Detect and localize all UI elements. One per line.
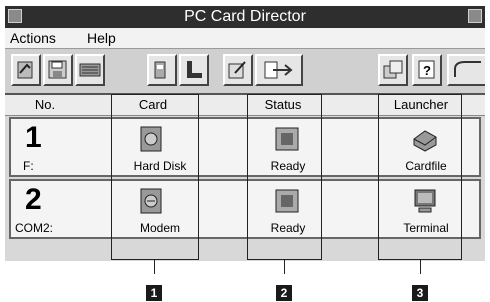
cards-icon — [383, 60, 403, 79]
card-info-icon — [17, 61, 33, 79]
callout-box-card — [111, 94, 199, 260]
card-info-button[interactable] — [11, 54, 41, 86]
menu-bar: Actions Help — [5, 28, 485, 49]
callout-box-launcher — [378, 94, 462, 260]
help-button[interactable]: ? — [412, 54, 442, 86]
callout-line — [284, 260, 285, 274]
card-eject-button[interactable] — [447, 54, 485, 86]
card-eject-icon — [454, 61, 481, 77]
callout-number: 3 — [412, 285, 428, 301]
callout-number: 2 — [276, 285, 292, 301]
port-name: COM2: — [15, 221, 54, 235]
callout-box-status — [247, 94, 322, 260]
edit-button[interactable] — [223, 54, 253, 86]
callout-number: 1 — [146, 285, 162, 301]
cards-button[interactable] — [378, 54, 408, 86]
callout-line — [420, 260, 421, 274]
menu-actions[interactable]: Actions — [10, 30, 56, 46]
socket-number: 1 — [25, 121, 42, 154]
edit-icon — [228, 61, 246, 79]
column-no: No. — [34, 97, 56, 112]
signal-button[interactable] — [179, 54, 209, 86]
drive-letter: F: — [23, 159, 34, 173]
toolbar: ? — [5, 49, 485, 95]
callout-line — [154, 260, 155, 274]
save-icon — [48, 60, 67, 79]
socket-number: 2 — [25, 183, 42, 216]
signal-icon — [187, 61, 202, 78]
svg-text:?: ? — [423, 63, 431, 78]
redirect-icon — [264, 61, 293, 79]
keyboard-icon — [79, 63, 101, 77]
redirect-button[interactable] — [255, 54, 303, 86]
save-button[interactable] — [43, 54, 73, 86]
card-slot-button[interactable] — [147, 54, 177, 86]
title-bar: PC Card Director — [5, 6, 485, 28]
keyboard-button[interactable] — [75, 54, 105, 86]
card-slot-icon — [154, 61, 166, 79]
window-title: PC Card Director — [184, 8, 306, 25]
minimize-button[interactable] — [468, 9, 482, 23]
help-icon: ? — [418, 60, 435, 79]
menu-help[interactable]: Help — [87, 30, 116, 46]
